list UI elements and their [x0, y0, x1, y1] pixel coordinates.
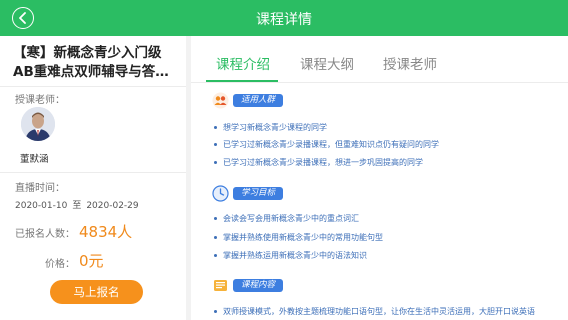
list-item: 想学习新概念青少课程的同学	[214, 122, 327, 133]
people-icon	[212, 92, 229, 109]
section-badge: 学习目标	[233, 187, 284, 200]
course-title-line2: AB重难点双师辅导与答疑...	[13, 64, 181, 80]
page-title: 课程详情	[256, 12, 312, 28]
list-item: 掌握并熟练运用新概念青少中的语法知识	[214, 250, 367, 261]
live-time-label: 直播时间：	[15, 183, 65, 194]
teacher-avatar[interactable]	[21, 107, 55, 141]
list-item: 已学习过新概念青少录播课程，想进一步巩固提高的同学	[214, 157, 423, 168]
tab-course-intro[interactable]: 课程介绍	[216, 53, 270, 73]
enrolled-count: 4834人	[79, 223, 133, 241]
tab-teachers[interactable]: 授课老师	[383, 53, 437, 73]
tab-course-outline[interactable]: 课程大纲	[300, 53, 354, 73]
date-separator: 至	[72, 201, 82, 211]
divider	[0, 172, 186, 173]
clock-icon	[212, 185, 229, 202]
top-bar: 课程详情	[0, 0, 568, 36]
course-title: 【寒】新概念青少入门级 AB重难点双师辅导与答疑...	[13, 44, 181, 82]
end-date: 2020-02-29	[86, 201, 139, 211]
price-label: 价格：	[45, 259, 75, 270]
price-value: 0元	[79, 252, 104, 270]
course-detail-panel: 课程介绍 课程大纲 授课老师 适用人群 想学习新概念青少课程的同学 已学习过新概…	[191, 36, 568, 320]
course-info-panel: 【寒】新概念青少入门级 AB重难点双师辅导与答疑... 授课老师： 董默涵 直播…	[0, 36, 186, 320]
list-item: 会读会写会用新概念青少中的重点词汇	[214, 213, 359, 224]
teacher-label: 授课老师：	[15, 95, 65, 106]
teacher-name[interactable]: 董默涵	[20, 151, 49, 165]
list-item: 双师授课模式，外教按主题梳理功能口语句型，让你在生活中灵活运用，大胆开口说英语	[214, 306, 535, 317]
live-dates: 2020-01-10 至 2020-02-29	[15, 198, 144, 211]
list-item: 已学习过新概念青少录播课程，但重难知识点仍有疑问的同学	[214, 139, 439, 150]
enrolled-label: 已报名人数：	[15, 229, 75, 240]
list-item: 掌握并熟练使用新概念青少中的常用功能句型	[214, 232, 383, 243]
course-title-line1: 【寒】新概念青少入门级	[13, 45, 162, 61]
start-date: 2020-01-10	[15, 201, 68, 211]
signup-button[interactable]: 马上报名	[50, 280, 143, 304]
divider	[0, 86, 186, 87]
tabs-divider	[191, 82, 568, 83]
section-badge: 适用人群	[233, 94, 284, 107]
book-icon	[214, 280, 227, 291]
section-badge: 课程内容	[233, 279, 284, 292]
